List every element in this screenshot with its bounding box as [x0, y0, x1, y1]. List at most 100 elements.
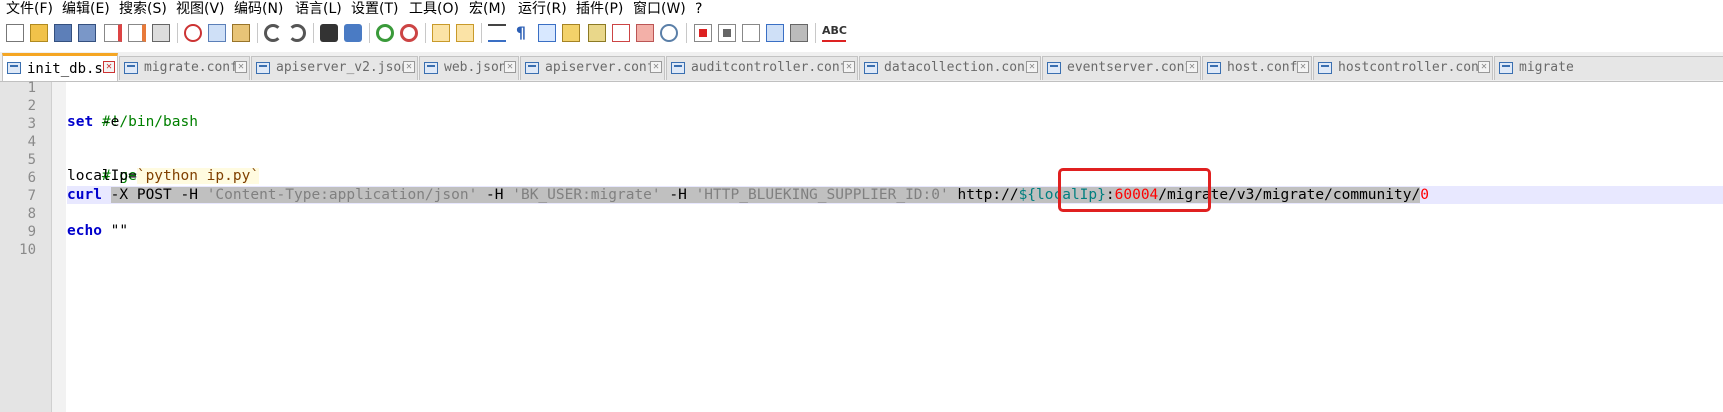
fold-margin[interactable] — [52, 82, 66, 412]
save-all-icon[interactable] — [78, 24, 96, 42]
curl-options: -H — [660, 187, 696, 203]
zoom-out-icon[interactable] — [400, 24, 418, 42]
user-defined-language-icon[interactable] — [562, 24, 580, 42]
selection: -X POST -H 'Content-Type:application/jso… — [110, 187, 1421, 203]
curl-options: -X POST -H — [110, 187, 207, 203]
toolbar-separator — [177, 23, 178, 43]
file-icon — [864, 62, 878, 74]
menu-macro[interactable]: 宏(M) — [469, 0, 506, 19]
url-scheme: http:// — [948, 187, 1019, 203]
tab-migrate-conf[interactable]: migrate.conf ✕ — [119, 56, 250, 80]
run-macro-multiple-icon[interactable] — [766, 24, 784, 42]
tab-web-json[interactable]: web.json ✕ — [419, 56, 519, 80]
tab-host-conf[interactable]: host.conf ✕ — [1202, 56, 1312, 80]
code-line-2: #!/bin/bash — [67, 95, 198, 130]
file-icon — [424, 62, 438, 74]
menu-bar: 文件(F) 编辑(E) 搜索(S) 视图(V) 编码(N) 语言(L) 设置(T… — [0, 0, 1723, 19]
tab-label: eventserver.conf — [1067, 60, 1193, 75]
tab-apiserver-v2-json[interactable]: apiserver_v2.json ✕ — [251, 56, 418, 80]
tab-eventserver-conf[interactable]: eventserver.conf ✕ — [1042, 56, 1201, 80]
menu-run[interactable]: 运行(R) — [518, 0, 567, 19]
line-number: 10 — [19, 242, 36, 258]
replace-icon[interactable] — [344, 24, 362, 42]
word-wrap-icon[interactable] — [488, 24, 506, 42]
close-icon[interactable] — [104, 24, 122, 42]
close-icon[interactable]: ✕ — [843, 61, 855, 73]
menu-edit[interactable]: 编辑(E) — [62, 0, 110, 19]
tab-auditcontroller-conf[interactable]: auditcontroller.conf ✕ — [666, 56, 858, 80]
close-all-icon[interactable] — [128, 24, 146, 42]
code-text: -e — [93, 114, 120, 130]
toolbar-separator — [686, 23, 687, 43]
tab-datacollection-conf[interactable]: datacollection.conf ✕ — [859, 56, 1041, 80]
close-icon[interactable]: ✕ — [650, 61, 662, 73]
tab-label: datacollection.conf — [884, 60, 1033, 75]
cut-icon[interactable] — [184, 24, 202, 42]
paste-icon[interactable] — [232, 24, 250, 42]
document-map-icon[interactable] — [588, 24, 606, 42]
open-folder-icon[interactable] — [30, 24, 48, 42]
close-icon[interactable]: ✕ — [403, 61, 415, 73]
spell-check-icon[interactable]: ABC — [822, 24, 847, 42]
close-icon[interactable]: ✕ — [103, 61, 115, 73]
find-icon[interactable] — [320, 24, 338, 42]
play-macro-icon[interactable] — [742, 24, 760, 42]
tab-hostcontroller-conf[interactable]: hostcontroller.conf ✕ — [1313, 56, 1493, 80]
code-line-3: set -e — [67, 113, 119, 131]
menu-help[interactable]: ? — [695, 0, 702, 19]
copy-icon[interactable] — [208, 24, 226, 42]
menu-settings[interactable]: 设置(T) — [351, 0, 398, 19]
tab-label: migrate.conf — [144, 60, 238, 75]
tab-init-db-sh[interactable]: init_db.sh ✕ — [2, 53, 118, 81]
save-icon[interactable] — [54, 24, 72, 42]
menu-encoding[interactable]: 编码(N) — [234, 0, 283, 19]
menu-search[interactable]: 搜索(S) — [119, 0, 167, 19]
tab-label: init_db.sh — [27, 61, 112, 77]
tab-label: apiserver.conf — [545, 60, 655, 75]
indent-guide-icon[interactable] — [538, 24, 556, 42]
tab-migrate[interactable]: migrate — [1494, 56, 1723, 80]
code-editor[interactable]: 1 2 3 4 5 6 7 8 9 10 #!/bin/bash set -e … — [0, 80, 1723, 412]
print-icon[interactable] — [152, 24, 170, 42]
code-line-5: # get local IP. — [67, 149, 233, 184]
function-list-icon[interactable] — [612, 24, 630, 42]
line-number: 7 — [27, 188, 36, 204]
sync-horizontal-icon[interactable] — [456, 24, 474, 42]
show-all-chars-icon[interactable]: ¶ — [512, 24, 530, 42]
close-icon[interactable]: ✕ — [1297, 61, 1309, 73]
new-file-icon[interactable] — [6, 24, 24, 42]
menu-language[interactable]: 语言(L) — [295, 0, 342, 19]
stop-macro-icon[interactable] — [718, 24, 736, 42]
menu-window[interactable]: 窗口(W) — [633, 0, 686, 19]
file-icon — [256, 62, 270, 74]
close-icon[interactable]: ✕ — [1478, 61, 1490, 73]
folder-workspace-icon[interactable] — [636, 24, 654, 42]
toolbar: ¶ ABC — [0, 19, 1723, 48]
monitoring-icon[interactable] — [660, 24, 678, 42]
save-macro-icon[interactable] — [790, 24, 808, 42]
record-macro-icon[interactable] — [694, 24, 712, 42]
toolbar-separator — [257, 23, 258, 43]
close-icon[interactable]: ✕ — [1026, 61, 1038, 73]
menu-view[interactable]: 视图(V) — [176, 0, 225, 19]
close-icon[interactable]: ✕ — [504, 61, 516, 73]
file-icon — [671, 62, 685, 74]
menu-file[interactable]: 文件(F) — [6, 0, 53, 19]
tab-label: apiserver_v2.json — [276, 60, 410, 75]
toolbar-separator — [425, 23, 426, 43]
zoom-in-icon[interactable] — [376, 24, 394, 42]
tab-label: host.conf — [1227, 60, 1298, 75]
code-line-9: echo "" — [67, 222, 128, 240]
redo-icon[interactable] — [288, 24, 306, 42]
menu-plugins[interactable]: 插件(P) — [576, 0, 623, 19]
menu-tools[interactable]: 工具(O) — [409, 0, 459, 19]
close-icon[interactable]: ✕ — [1186, 61, 1198, 73]
header-string: 'BK_USER:migrate' — [512, 187, 661, 203]
sync-vertical-icon[interactable] — [432, 24, 450, 42]
undo-icon[interactable] — [264, 24, 282, 42]
curl-options: -H — [477, 187, 513, 203]
close-icon[interactable]: ✕ — [235, 61, 247, 73]
tab-apiserver-conf[interactable]: apiserver.conf ✕ — [520, 56, 665, 80]
tab-label: migrate — [1519, 60, 1574, 75]
